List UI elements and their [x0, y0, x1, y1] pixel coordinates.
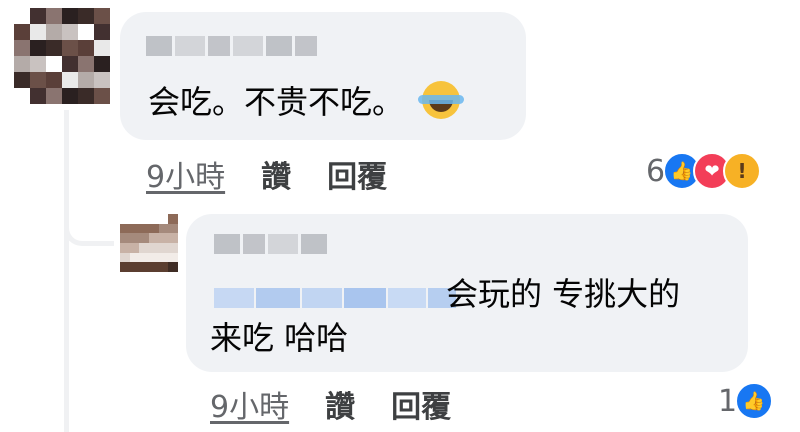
reply-text-line2: 来吃 哈哈	[210, 319, 349, 357]
laughing-tears-emoji-icon	[418, 81, 465, 119]
comment-text: 会吃。不贵不吃。	[148, 80, 465, 124]
comment-text-content: 会吃。不贵不吃。	[148, 83, 405, 121]
author-name-blurred[interactable]	[214, 234, 327, 254]
reply-button[interactable]: 回覆	[391, 382, 451, 426]
avatar[interactable]	[120, 214, 178, 272]
reaction-summary[interactable]: 6 👍 ❤ !	[646, 152, 762, 190]
like-icon: 👍	[735, 382, 774, 420]
timestamp-link[interactable]: 9小時	[210, 382, 289, 426]
avatar[interactable]	[14, 8, 110, 104]
reply-text-line1: 会玩的 专挑大的	[446, 275, 681, 313]
comment-actions: 9小時 讚 回覆	[146, 152, 387, 196]
reply-actions: 9小時 讚 回覆	[210, 382, 451, 426]
mention-tag-blurred[interactable]	[214, 288, 456, 308]
wow-icon: !	[723, 152, 762, 190]
reaction-summary[interactable]: 1 👍	[718, 382, 774, 420]
like-button[interactable]: 讚	[325, 382, 355, 426]
timestamp-link[interactable]: 9小時	[146, 152, 225, 196]
thread-line	[64, 110, 69, 432]
reply-button[interactable]: 回覆	[327, 152, 387, 196]
reply-connector	[64, 216, 114, 246]
like-button[interactable]: 讚	[261, 152, 291, 196]
author-name-blurred[interactable]	[146, 36, 317, 56]
